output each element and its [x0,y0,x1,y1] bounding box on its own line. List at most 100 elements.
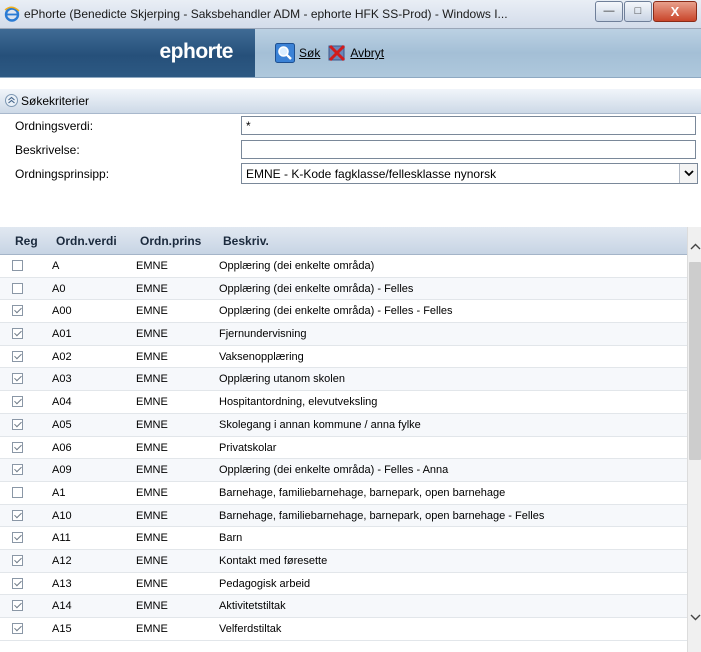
table-row[interactable]: A0 EMNE Opplæring (dei enkelte områda) - F… [0,277,687,301]
cell-beskriv: Velferdstiltak [219,623,282,635]
reg-checkbox[interactable] [12,328,23,340]
minimize-icon: — [603,5,615,17]
table-row[interactable]: A13 EMNE Pedagogisk arbeid [0,573,687,596]
cell-beskriv: Fjernundervisning [219,328,307,341]
table-row[interactable]: A01 EMNE Fjernundervisning [0,323,687,346]
cell-ordnprins: EMNE [136,305,168,318]
dropdown-button[interactable] [679,164,697,183]
ordningsverdi-row: Ordningsverdi: [0,114,701,138]
ordningsverdi-input[interactable] [241,116,696,135]
header-ordnprins[interactable]: Ordn.prins [140,234,201,248]
internet-explorer-icon [4,6,20,22]
cell-ordnprins: EMNE [136,509,168,522]
table-row[interactable]: A02 EMNE Vaksenopplæring [0,346,687,369]
cell-beskriv: Aktivitetstiltak [219,600,286,613]
window-controls: — □ X [594,1,697,22]
ordningsverdi-label: Ordningsverdi: [15,119,94,133]
table-row[interactable]: A05 EMNE Skolegang i annan kommune / anna … [0,413,687,437]
cell-ordnverdi: A03 [52,373,72,386]
reg-checkbox[interactable] [12,623,23,634]
cell-ordnverdi: A02 [52,350,72,363]
table-row[interactable]: A15 EMNE Velferdstiltak [0,618,687,641]
ordningsprinsipp-select[interactable]: EMNE - K-Kode fagklasse/fellesklasse nyn… [241,163,698,184]
close-icon: X [670,4,680,19]
minimize-button[interactable]: — [595,1,623,22]
cell-ordnverdi: A00 [52,305,72,318]
search-icon [275,43,295,63]
app-header: ephorte Søk Avbryt [0,29,701,78]
cell-ordnprins: EMNE [136,350,168,363]
ordningsprinsipp-row: Ordningsprinsipp: EMNE - K-Kode fagklass… [0,162,701,186]
cell-ordnprins: EMNE [136,418,168,431]
beskrivelse-label: Beskrivelse: [15,143,80,157]
table-row[interactable]: A12 EMNE Kontakt med føresette [0,549,687,573]
beskrivelse-input[interactable] [241,140,696,159]
reg-checkbox[interactable] [12,373,23,385]
scroll-thumb[interactable] [689,262,701,460]
chevron-down-icon [683,170,694,177]
toolbar: Søk Avbryt [275,43,392,63]
cell-beskriv: Barnehage, familiebarnehage, barnepark, … [219,509,545,522]
search-criteria-header[interactable]: Søkekriterier [0,89,701,114]
reg-checkbox[interactable] [12,509,23,521]
reg-checkbox[interactable] [12,305,23,317]
reg-checkbox[interactable] [12,486,23,498]
table-row[interactable]: A1 EMNE Barnehage, familiebarnehage, barne… [0,482,687,505]
scroll-down-button[interactable] [688,610,701,624]
vertical-scrollbar[interactable] [687,227,701,652]
cell-beskriv: Opplæring (dei enkelte områda) - Felles … [219,464,449,477]
table-row[interactable]: A00 EMNE Opplæring (dei enkelte områda) - … [0,300,687,324]
reg-checkbox[interactable] [12,282,23,294]
maximize-button[interactable]: □ [624,1,652,22]
cell-ordnprins: EMNE [136,260,168,272]
window-title: ePhorte (Benedicte Skjerping - Saksbehan… [24,7,508,21]
cell-ordnverdi: A15 [52,623,72,635]
header-beskriv[interactable]: Beskriv. [223,234,269,248]
reg-checkbox[interactable] [12,350,23,362]
cell-ordnprins: EMNE [136,282,168,295]
reg-checkbox[interactable] [12,464,23,476]
results-grid: Reg Ordn.verdi Ordn.prins Beskriv. A EMNE… [0,227,701,652]
search-button[interactable]: Søk [275,43,320,63]
cell-ordnprins: EMNE [136,600,168,613]
cell-ordnprins: EMNE [136,554,168,567]
table-row[interactable]: A09 EMNE Opplæring (dei enkelte områda) - … [0,459,687,482]
section-title: Søkekriterier [21,94,90,108]
cell-beskriv: Barnehage, familiebarnehage, barnepark, … [219,486,506,499]
table-row[interactable]: A06 EMNE Privatskolar [0,437,687,460]
table-row[interactable]: A10 EMNE Barnehage, familiebarnehage, barn… [0,504,687,528]
header-ordnverdi[interactable]: Ordn.verdi [56,234,117,248]
cell-ordnverdi: A10 [52,509,72,522]
reg-checkbox[interactable] [12,418,23,430]
table-row[interactable]: A04 EMNE Hospitantordning, elevutveksling [0,391,687,414]
grid-header: Reg Ordn.verdi Ordn.prins Beskriv. [0,227,687,255]
cell-ordnprins: EMNE [136,396,168,409]
reg-checkbox[interactable] [12,600,23,612]
cell-ordnverdi: A01 [52,328,72,341]
reg-checkbox[interactable] [12,396,23,408]
cell-ordnverdi: A0 [52,282,66,295]
cell-ordnverdi: A12 [52,554,72,567]
cell-ordnprins: EMNE [136,486,168,499]
cell-beskriv: Opplæring (dei enkelte områda) [219,260,375,272]
cancel-button[interactable]: Avbryt [328,44,384,62]
ordningsprinsipp-value: EMNE - K-Kode fagklasse/fellesklasse nyn… [246,167,497,181]
reg-checkbox[interactable] [12,441,23,453]
cell-beskriv: Barn [219,532,243,545]
cell-beskriv: Opplæring (dei enkelte områda) - Felles … [219,305,453,318]
table-row[interactable]: A EMNE Opplæring (dei enkelte områda) [0,255,687,278]
header-reg[interactable]: Reg [15,234,38,248]
collapse-icon[interactable] [5,94,18,107]
close-button[interactable]: X [653,1,697,22]
reg-checkbox[interactable] [12,532,23,544]
cell-ordnverdi: A14 [52,600,72,613]
reg-checkbox[interactable] [12,554,23,566]
cell-ordnverdi: A05 [52,418,72,431]
table-row[interactable]: A14 EMNE Aktivitetstiltak [0,595,687,618]
table-row[interactable]: A11 EMNE Barn [0,527,687,550]
reg-checkbox[interactable] [12,260,23,271]
reg-checkbox[interactable] [12,577,23,589]
window-titlebar: ePhorte (Benedicte Skjerping - Saksbehan… [0,0,701,29]
table-row[interactable]: A03 EMNE Opplæring utanom skolen [0,368,687,392]
scroll-up-button[interactable] [688,239,701,253]
